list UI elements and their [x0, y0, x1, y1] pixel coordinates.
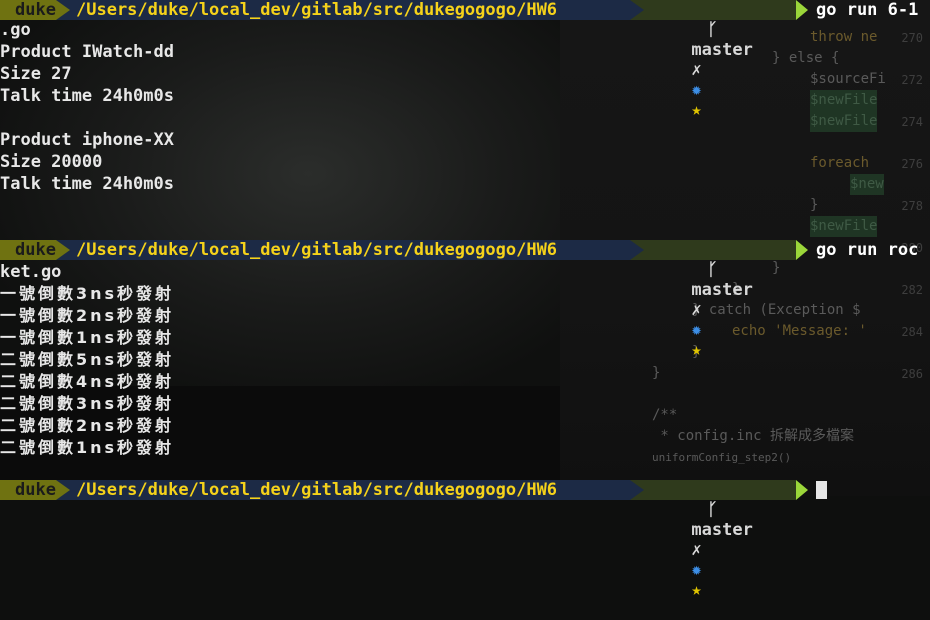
output-line: ket.go [0, 262, 62, 282]
output-line: 二號倒數1ns秒發射 [0, 438, 175, 457]
powerline-separator-icon [56, 240, 70, 260]
command-text: go run roc [816, 240, 919, 260]
prompt-line-3: duke /Users/duke/local_dev/gitlab/src/du… [0, 480, 930, 600]
output-line: 一號倒數2ns秒發射 [0, 306, 175, 325]
git-segment: ᚴ master ✗ ✹ ★ [630, 480, 796, 600]
command-text: go run 6-1 [816, 0, 919, 20]
git-branch-icon: ᚴ [707, 20, 718, 40]
output-line: Talk time 24h0m0s [0, 174, 174, 194]
git-branch-name: master [691, 280, 753, 300]
git-branch-icon: ᚴ [707, 500, 718, 520]
git-modified-icon: ✹ [691, 560, 702, 580]
prompt-path: /Users/duke/local_dev/gitlab/src/dukegog… [56, 480, 630, 500]
git-dirty-icon: ✗ [691, 60, 702, 80]
prompt-user: duke [0, 480, 60, 500]
output-line: Size 20000 [0, 152, 103, 172]
git-branch-icon: ᚴ [707, 260, 718, 280]
git-dirty-icon: ✗ [691, 300, 702, 320]
prompt-arrow-icon [796, 0, 808, 20]
output-line: 二號倒數2ns秒發射 [0, 416, 175, 435]
prompt-line-1: duke /Users/duke/local_dev/gitlab/src/du… [0, 0, 930, 120]
output-line: 二號倒數3ns秒發射 [0, 394, 175, 413]
output-line: Size 27 [0, 64, 72, 84]
prompt-arrow-icon [796, 480, 808, 500]
text-cursor[interactable] [816, 481, 827, 499]
output-line: Product IWatch-dd [0, 42, 174, 62]
terminal-window[interactable]: duke /Users/duke/local_dev/gitlab/src/du… [0, 0, 930, 600]
prompt-line-2: duke /Users/duke/local_dev/gitlab/src/du… [0, 240, 930, 360]
git-untracked-icon: ★ [691, 100, 702, 120]
git-modified-icon: ✹ [691, 320, 702, 340]
git-dirty-icon: ✗ [691, 540, 702, 560]
prompt-path: /Users/duke/local_dev/gitlab/src/dukegog… [56, 240, 630, 260]
prompt-user: duke [0, 240, 60, 260]
output-line: Product iphone-XX [0, 130, 174, 150]
git-modified-icon: ✹ [691, 80, 702, 100]
output-line: 一號倒數1ns秒發射 [0, 328, 175, 347]
prompt-arrow-icon [796, 240, 808, 260]
powerline-separator-icon [56, 480, 70, 500]
git-segment: ᚴ master ✗ ✹ ★ [630, 0, 796, 120]
git-segment: ᚴ master ✗ ✹ ★ [630, 240, 796, 360]
git-branch-name: master [691, 40, 753, 60]
prompt-path: /Users/duke/local_dev/gitlab/src/dukegog… [56, 0, 630, 20]
output-line: 二號倒數4ns秒發射 [0, 372, 175, 391]
powerline-separator-icon [56, 0, 70, 20]
powerline-separator-icon [630, 0, 644, 20]
git-untracked-icon: ★ [691, 340, 702, 360]
git-branch-name: master [691, 520, 753, 540]
powerline-separator-icon [630, 480, 644, 500]
output-line: .go [0, 20, 31, 40]
prompt-user: duke [0, 0, 60, 20]
output-line: Talk time 24h0m0s [0, 86, 174, 106]
git-untracked-icon: ★ [691, 580, 702, 600]
output-line: 二號倒數5ns秒發射 [0, 350, 175, 369]
powerline-separator-icon [630, 240, 644, 260]
output-line: 一號倒數3ns秒發射 [0, 284, 175, 303]
